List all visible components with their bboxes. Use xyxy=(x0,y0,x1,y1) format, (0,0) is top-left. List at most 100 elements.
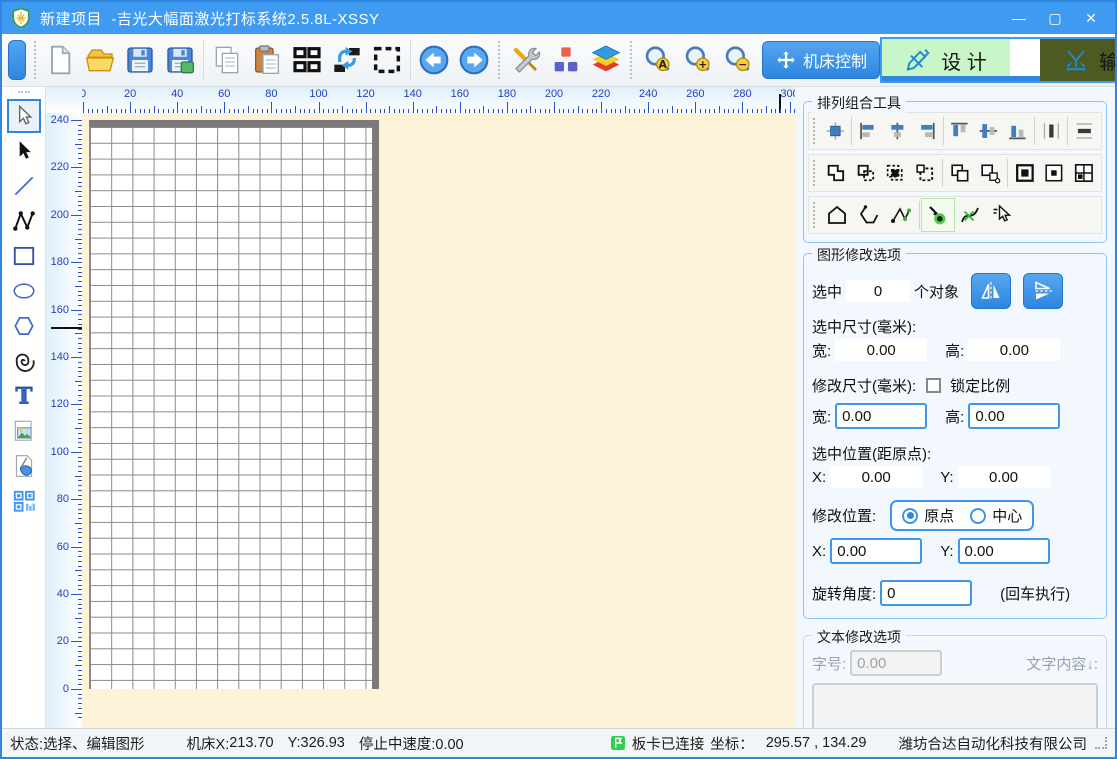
text-icon: T xyxy=(11,383,37,409)
modify-width-input[interactable] xyxy=(835,403,927,429)
v-ruler-label: 100 xyxy=(51,446,69,458)
canvas-area[interactable]: 0204060801001201401601802002202402602803… xyxy=(46,87,795,728)
h-ruler-tick xyxy=(625,106,626,113)
align-center-button[interactable] xyxy=(821,115,850,147)
swap-button[interactable] xyxy=(327,38,367,82)
tab-output[interactable]: 输 出 xyxy=(1040,39,1117,81)
open-curve-icon xyxy=(857,203,881,227)
h-ruler-tick xyxy=(578,106,579,113)
tools-button[interactable] xyxy=(506,38,546,82)
fill-tool[interactable] xyxy=(7,449,41,483)
font-size-input[interactable] xyxy=(850,650,942,676)
v-ruler-tick xyxy=(71,641,82,642)
layers-button[interactable] xyxy=(586,38,626,82)
exclude-button[interactable] xyxy=(910,157,940,189)
zoom-out-button[interactable]: − xyxy=(718,38,758,82)
open-curve-button[interactable] xyxy=(853,199,885,231)
save-button[interactable] xyxy=(120,38,160,82)
rotate-angle-input[interactable] xyxy=(880,580,972,606)
open-folder-button[interactable] xyxy=(80,38,120,82)
modify-y-input[interactable] xyxy=(958,538,1050,564)
h-ruler-tick xyxy=(695,102,696,113)
minimize-button[interactable]: — xyxy=(1003,5,1035,31)
edit-nodes-button[interactable] xyxy=(885,199,917,231)
cut-curve-button[interactable] xyxy=(954,199,986,231)
mirror-horizontal-button[interactable] xyxy=(971,273,1011,309)
weld-button[interactable] xyxy=(821,157,851,189)
menu-button[interactable] xyxy=(8,40,26,80)
ellipse-tool[interactable] xyxy=(7,274,41,308)
fill-frame-button[interactable] xyxy=(1039,157,1069,189)
polygon-tool[interactable] xyxy=(7,309,41,343)
node-edit-tool[interactable] xyxy=(7,134,41,168)
board-status-text: 板卡已连接 xyxy=(632,733,705,754)
rectangle-tool[interactable] xyxy=(7,239,41,273)
align-middle-button[interactable] xyxy=(974,115,1003,147)
intersect-button[interactable] xyxy=(880,157,910,189)
distribute-h-button[interactable] xyxy=(1037,115,1066,147)
resize-grip[interactable] xyxy=(1095,737,1107,749)
polyline-tool[interactable] xyxy=(7,204,41,238)
selected-size-label: 选中尺寸(毫米): xyxy=(812,316,916,337)
marquee-icon xyxy=(371,42,403,78)
zoom-in-button[interactable]: + xyxy=(678,38,718,82)
coord-value: 295.57 , 134.29 xyxy=(766,735,867,751)
tab-design[interactable]: 设 计 xyxy=(882,39,1010,81)
marquee-button[interactable] xyxy=(367,38,407,82)
machine-control-button[interactable]: 机床控制 xyxy=(762,41,880,79)
zoom-all-button[interactable]: A xyxy=(638,38,678,82)
align-right-button[interactable] xyxy=(912,115,941,147)
v-ruler-tick xyxy=(75,381,82,382)
modify-height-input[interactable] xyxy=(968,403,1060,429)
drawing-toolbar-grip xyxy=(18,91,30,96)
svg-text:T: T xyxy=(15,384,32,409)
text-content-textarea[interactable] xyxy=(812,683,1098,728)
modify-x-input[interactable] xyxy=(830,538,922,564)
workspace-view[interactable] xyxy=(82,113,795,728)
trim-button[interactable] xyxy=(851,157,881,189)
work-sheet-grid[interactable] xyxy=(89,127,372,689)
copy-button[interactable] xyxy=(207,38,247,82)
right-panel: 排列组合工具 图形修改选项 选中 0 个对象 xyxy=(795,87,1115,728)
paste-button[interactable] xyxy=(247,38,287,82)
layers-icon xyxy=(590,42,622,78)
mode-tabbar: 设 计 输 出 xyxy=(880,37,1117,83)
radio-origin[interactable]: 原点 xyxy=(902,505,954,526)
colors-button[interactable] xyxy=(546,38,586,82)
text-options-title: 文本修改选项 xyxy=(812,627,906,647)
line-tool[interactable] xyxy=(7,169,41,203)
save-as-button[interactable] xyxy=(160,38,200,82)
align-center-h-button[interactable] xyxy=(883,115,912,147)
radio-center[interactable]: 中心 xyxy=(970,505,1022,526)
distribute-v-button[interactable] xyxy=(1070,115,1099,147)
array-tool[interactable] xyxy=(7,484,41,518)
back-button[interactable] xyxy=(414,38,454,82)
pick-node-button[interactable] xyxy=(986,199,1018,231)
add-node-button[interactable] xyxy=(922,199,954,231)
close-button[interactable]: ✕ xyxy=(1075,5,1107,31)
image-tool[interactable] xyxy=(7,414,41,448)
forward-button[interactable] xyxy=(454,38,494,82)
group-button[interactable] xyxy=(945,157,975,189)
text-tool[interactable]: T xyxy=(7,379,41,413)
h-ruler-tick xyxy=(483,106,484,113)
close-curve-button[interactable] xyxy=(821,199,853,231)
spiral-tool[interactable] xyxy=(7,344,41,378)
h-ruler-tick xyxy=(766,106,767,113)
mirror-vertical-button[interactable] xyxy=(1023,273,1063,309)
new-file-button[interactable] xyxy=(40,38,80,82)
lock-ratio-checkbox[interactable] xyxy=(926,378,941,393)
split-grid-button[interactable] xyxy=(1069,157,1099,189)
zoom-out-icon: − xyxy=(722,42,754,78)
fill-dark-button[interactable] xyxy=(1010,157,1040,189)
align-bottom-button[interactable] xyxy=(1003,115,1032,147)
blocks-button[interactable] xyxy=(287,38,327,82)
row-separator xyxy=(943,117,944,145)
select-tool[interactable] xyxy=(7,99,41,133)
align-top-button[interactable] xyxy=(945,115,974,147)
align-left-button[interactable] xyxy=(854,115,883,147)
ungroup-button[interactable] xyxy=(975,157,1005,189)
radio-origin-dot xyxy=(902,508,918,524)
maximize-button[interactable]: ▢ xyxy=(1039,5,1071,31)
width-label: 宽: xyxy=(812,340,831,361)
